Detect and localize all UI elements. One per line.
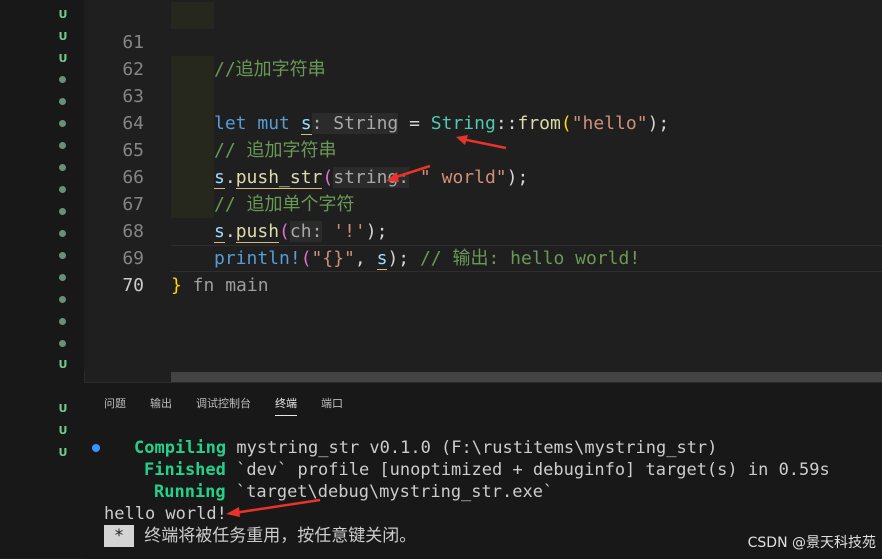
line-number: 70 [122,275,144,296]
terminal-line: Finished `dev` profile [unoptimized + de… [144,459,830,481]
terminal-status-dot [92,444,100,452]
brace-close: } [171,275,182,296]
running-label: Running [154,482,226,502]
tab-debug-console[interactable]: 调试控制台 [196,395,251,415]
watermark: CSDN @景天科技苑 [747,535,876,551]
git-untracked-marker: U [58,446,68,459]
gutter-dot [59,274,66,281]
gutter-dot [59,164,66,171]
code-line[interactable]: 63 let mut s: String = String::from("hel… [84,56,882,135]
code-line[interactable]: 69 } fn main [84,218,882,296]
finished-label: Finished [144,460,226,480]
terminal-line: Running `target\debug\mystring_str.exe` [154,481,553,503]
program-output: hello world! [104,504,227,524]
editor-gutter: U U U U U U U [0,0,85,558]
code-line[interactable]: 68 println!("{}", s); // 输出: hello world… [84,191,882,270]
gutter-dot [59,318,66,325]
git-untracked-marker: U [58,8,68,21]
tab-terminal[interactable]: 终端 [275,395,297,416]
compiling-label: Compiling [134,438,227,458]
code-line[interactable]: 70 [84,245,882,296]
git-untracked-marker: U [58,402,68,415]
gutter-dot [59,120,66,127]
annotation-arrow [386,164,431,182]
gutter-dot [59,252,66,259]
code-editor[interactable]: 61 //追加字符串 62 63 let mut s: String = Str… [84,0,882,372]
sticky-scope-hint: fn main [181,275,269,296]
gutter-dot [59,340,66,347]
finished-text: `dev` profile [unoptimized + debuginfo] … [225,460,830,480]
compiling-text: mystring_str v0.1.0 (F:\rustitems\mystri… [226,438,718,458]
git-untracked-marker: U [58,52,68,65]
git-untracked-marker: U [58,30,68,43]
git-untracked-marker: U [58,358,68,371]
code-line[interactable]: 64 // 追加字符串 [84,83,882,161]
tab-ports[interactable]: 端口 [321,395,343,415]
code-line[interactable]: 61 //追加字符串 [84,2,882,80]
gutter-dot [59,98,66,105]
task-star-marker: * [104,525,134,547]
gutter-dot [59,208,66,215]
code-line[interactable]: 62 [84,29,882,80]
tab-problems[interactable]: 问题 [104,395,126,415]
code-line[interactable]: 65 s.push_str(string: " world"); [84,110,882,189]
task-reuse-message: 终端将被任务重用，按任意键关闭。 [134,526,417,546]
annotation-arrow [456,135,507,150]
terminal-line: Compiling mystring_str v0.1.0 (F:\rustit… [134,437,717,459]
annotation-arrow [226,498,321,517]
gutter-dot [59,296,66,303]
code-line[interactable]: 67 s.push(ch: '!'); [84,164,882,243]
gutter-dot [59,142,66,149]
horizontal-scrollbar[interactable] [171,372,882,382]
git-untracked-marker: U [58,424,68,437]
gutter-dot [59,76,66,83]
gutter-dot [59,230,66,237]
terminal-line: * 终端将被任务重用，按任意键关闭。 [104,525,416,547]
gutter-dot [59,186,66,193]
tab-output[interactable]: 输出 [150,395,172,415]
